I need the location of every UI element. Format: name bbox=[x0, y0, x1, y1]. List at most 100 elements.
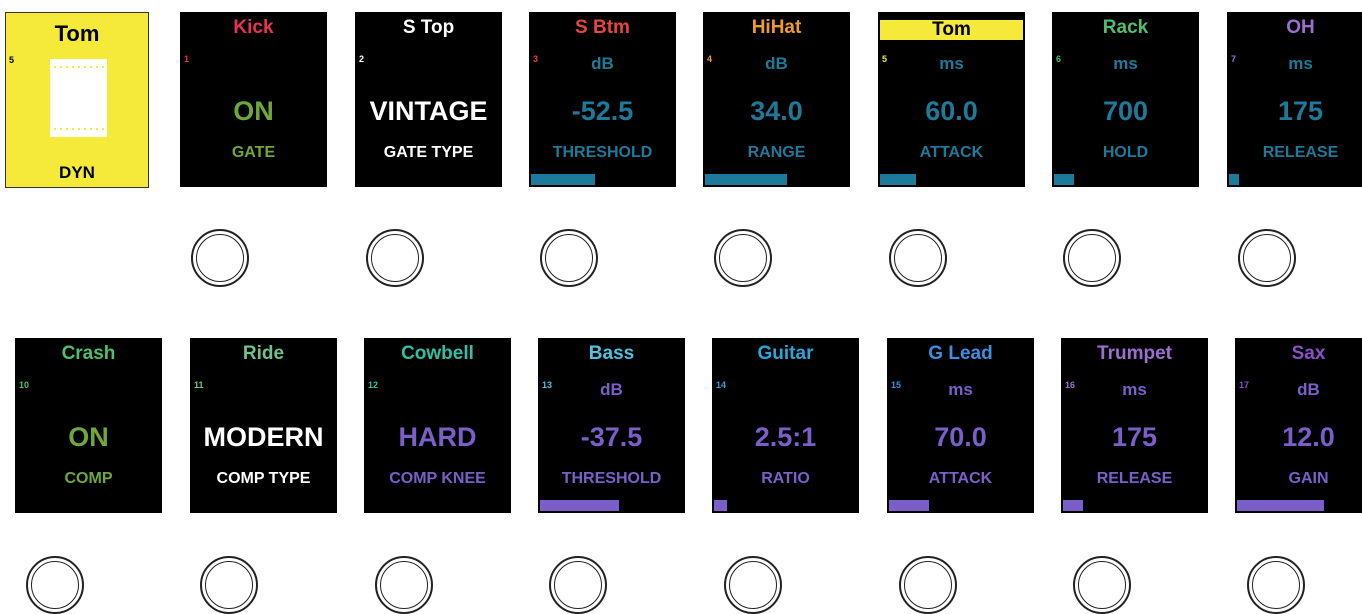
value-bar-fill bbox=[880, 174, 916, 185]
channel-name: OH bbox=[1286, 17, 1315, 38]
channel-name: Tom bbox=[880, 20, 1023, 40]
parameter-value: ON bbox=[233, 96, 274, 126]
value-bar-fill bbox=[1229, 174, 1239, 185]
channel-screen-s-top[interactable]: S Top 2 VINTAGE GATE TYPE bbox=[355, 12, 502, 187]
rotary-knob-bottom-8[interactable] bbox=[1247, 556, 1305, 614]
channel-screen-sax[interactable]: Sax 17 dB 12.0 GAIN bbox=[1235, 338, 1362, 513]
channel-number: 10 bbox=[19, 380, 30, 390]
parameter-name: THRESHOLD bbox=[561, 470, 662, 487]
channel-screen-ride[interactable]: Ride 11 MODERN COMP TYPE bbox=[190, 338, 337, 513]
parameter-value: 12.0 bbox=[1282, 422, 1335, 452]
parameter-name: RELEASE bbox=[1096, 470, 1173, 487]
rotary-knob-bottom-5[interactable] bbox=[724, 556, 782, 614]
parameter-value: VINTAGE bbox=[369, 96, 488, 126]
parameter-value: 70.0 bbox=[934, 422, 987, 452]
channel-number: 2 bbox=[359, 54, 365, 64]
parameter-name: RATIO bbox=[761, 470, 810, 487]
channel-screen-trumpet[interactable]: Trumpet 16 ms 175 RELEASE bbox=[1061, 338, 1208, 513]
value-bar bbox=[889, 500, 1032, 511]
channel-screen-tom[interactable]: Tom 5 ms 60.0 ATTACK bbox=[878, 12, 1025, 187]
parameter-name: GATE bbox=[231, 144, 276, 161]
parameter-name: GAIN bbox=[1288, 470, 1329, 487]
parameter-value: 175 bbox=[1111, 422, 1158, 452]
parameter-name: RANGE bbox=[747, 144, 806, 161]
channel-name: Rack bbox=[1102, 17, 1149, 38]
parameter-name: RELEASE bbox=[1262, 144, 1339, 161]
parameter-value: 2.5:1 bbox=[754, 422, 817, 452]
value-bar bbox=[1237, 500, 1362, 511]
parameter-value: 34.0 bbox=[750, 96, 803, 126]
channel-screen-cowbell[interactable]: Cowbell 12 HARD COMP KNEE bbox=[364, 338, 511, 513]
parameter-unit: ms bbox=[948, 380, 973, 399]
mode-label: DYN bbox=[59, 163, 95, 182]
rotary-knob-top-4[interactable] bbox=[714, 229, 772, 287]
parameter-name: HOLD bbox=[1102, 144, 1149, 161]
parameter-value: HARD bbox=[398, 422, 477, 452]
rotary-knob-bottom-4[interactable] bbox=[549, 556, 607, 614]
value-bar-fill bbox=[705, 174, 787, 185]
value-bar-fill bbox=[889, 500, 930, 511]
parameter-name: GATE TYPE bbox=[383, 144, 474, 161]
channel-name: S Top bbox=[402, 17, 455, 38]
channel-name: Cowbell bbox=[401, 343, 474, 364]
value-bar-fill bbox=[1237, 500, 1325, 511]
parameter-value: 700 bbox=[1102, 96, 1149, 126]
parameter-value: -37.5 bbox=[580, 422, 643, 452]
value-bar bbox=[540, 500, 683, 511]
parameter-unit: ms bbox=[1113, 54, 1138, 73]
parameter-unit: ms bbox=[1122, 380, 1147, 399]
channel-number: 11 bbox=[194, 380, 204, 390]
parameter-value: ON bbox=[68, 422, 109, 452]
dynamics-icon bbox=[50, 59, 107, 137]
value-bar bbox=[714, 500, 857, 511]
parameter-name: ATTACK bbox=[928, 470, 993, 487]
mode-channel-number: 5 bbox=[9, 55, 15, 65]
rotary-knob-top-1[interactable] bbox=[191, 229, 249, 287]
rotary-knob-top-2[interactable] bbox=[366, 229, 424, 287]
rotary-knob-top-6[interactable] bbox=[1063, 229, 1121, 287]
rotary-knob-top-5[interactable] bbox=[889, 229, 947, 287]
channel-name: Ride bbox=[242, 343, 285, 364]
rotary-knob-top-3[interactable] bbox=[540, 229, 598, 287]
channel-screen-rack[interactable]: Rack 6 ms 700 HOLD bbox=[1052, 12, 1199, 187]
channel-screen-kick[interactable]: Kick 1 ON GATE bbox=[180, 12, 327, 187]
rotary-knob-bottom-6[interactable] bbox=[899, 556, 957, 614]
parameter-name: COMP TYPE bbox=[216, 470, 311, 487]
rotary-knob-top-7[interactable] bbox=[1238, 229, 1296, 287]
parameter-name: ATTACK bbox=[919, 144, 984, 161]
rotary-knob-bottom-2[interactable] bbox=[200, 556, 258, 614]
parameter-unit: dB bbox=[1297, 380, 1320, 399]
value-bar-fill bbox=[1063, 500, 1084, 511]
rotary-knob-bottom-3[interactable] bbox=[375, 556, 433, 614]
parameter-name: COMP bbox=[64, 470, 113, 487]
value-bar bbox=[880, 174, 1023, 185]
channel-screen-hihat[interactable]: HiHat 4 dB 34.0 RANGE bbox=[703, 12, 850, 187]
channel-screen-bass[interactable]: Bass 13 dB -37.5 THRESHOLD bbox=[538, 338, 685, 513]
rotary-knob-bottom-1[interactable] bbox=[26, 556, 84, 614]
value-bar-fill bbox=[714, 500, 727, 511]
channel-screen-s-btm[interactable]: S Btm 3 dB -52.5 THRESHOLD bbox=[529, 12, 676, 187]
channel-name: Crash bbox=[61, 343, 116, 364]
channel-name: Bass bbox=[588, 343, 635, 364]
dynamics-mode-screen[interactable]: Tom 5 DYN bbox=[5, 12, 149, 188]
channel-number: 14 bbox=[716, 380, 727, 390]
channel-number: 12 bbox=[368, 380, 379, 390]
mode-title: Tom bbox=[54, 21, 100, 46]
channel-screen-guitar[interactable]: Guitar 14 2.5:1 RATIO bbox=[712, 338, 859, 513]
parameter-value: -52.5 bbox=[571, 96, 634, 126]
parameter-unit: ms bbox=[1288, 54, 1313, 73]
channel-name: S Btm bbox=[575, 17, 630, 38]
parameter-unit: dB bbox=[591, 54, 614, 73]
rotary-knob-bottom-7[interactable] bbox=[1073, 556, 1131, 614]
channel-name: Sax bbox=[1291, 343, 1326, 364]
parameter-value: MODERN bbox=[203, 422, 324, 452]
channel-name: HiHat bbox=[751, 17, 802, 38]
channel-screen-g-lead[interactable]: G Lead 15 ms 70.0 ATTACK bbox=[887, 338, 1034, 513]
parameter-name: THRESHOLD bbox=[552, 144, 653, 161]
channel-screen-crash[interactable]: Crash 10 ON COMP bbox=[15, 338, 162, 513]
parameter-unit: dB bbox=[600, 380, 623, 399]
parameter-name: COMP KNEE bbox=[389, 470, 486, 487]
channel-screen-oh[interactable]: OH78ms175RELEASE bbox=[1227, 12, 1362, 187]
parameter-value: 175 bbox=[1277, 96, 1324, 126]
channel-name: G Lead bbox=[928, 343, 993, 364]
